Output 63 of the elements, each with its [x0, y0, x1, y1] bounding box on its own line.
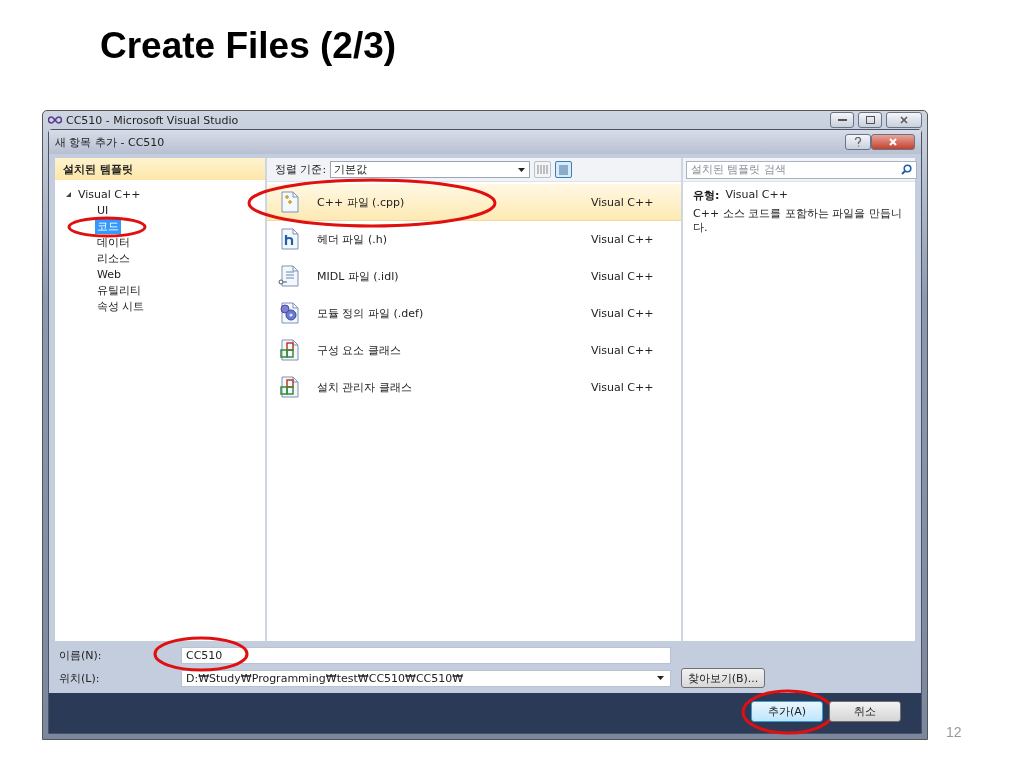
- type-label: 유형:: [693, 188, 720, 203]
- help-button[interactable]: [845, 134, 871, 150]
- template-language: Visual C++: [591, 195, 655, 209]
- page-number: 12: [946, 724, 962, 740]
- tree-item[interactable]: 리소스: [95, 250, 132, 266]
- dialog-button[interactable]: 추가(A): [751, 700, 823, 722]
- maximize-button[interactable]: [858, 112, 882, 128]
- sort-dropdown[interactable]: 기본값: [330, 161, 531, 178]
- template-row[interactable]: 설치 관리자 클래스 Visual C++: [267, 369, 681, 406]
- template-language: Visual C++: [591, 380, 655, 394]
- minimize-button[interactable]: [830, 112, 854, 128]
- gears-icon: [277, 301, 301, 325]
- template-language: Visual C++: [591, 343, 655, 357]
- tree-item[interactable]: Visual C++: [76, 186, 143, 202]
- tree-item[interactable]: 데이터: [95, 234, 132, 250]
- component-icon: [277, 375, 301, 399]
- location-field[interactable]: D:₩Study₩Programming₩test₩CC510₩CC510₩: [181, 669, 671, 687]
- search-field[interactable]: 설치된 템플릿 검색: [686, 160, 917, 179]
- name-label: 이름(N):: [59, 648, 103, 663]
- close-button[interactable]: [886, 112, 922, 128]
- template-row[interactable]: 구성 요소 클래스 Visual C++: [267, 332, 681, 369]
- template-language: Visual C++: [591, 269, 655, 283]
- template-description: C++ 소스 코드를 포함하는 파일을 만듭니다.: [693, 207, 903, 235]
- template-row[interactable]: C++ 파일 (.cpp) Visual C++: [267, 184, 681, 221]
- template-row[interactable]: 헤더 파일 (.h) Visual C++: [267, 221, 681, 258]
- dialog-title: 새 항목 추가 - CC510: [55, 134, 166, 150]
- columns-icon: [537, 164, 549, 175]
- template-name: MIDL 파일 (.idl): [317, 268, 400, 284]
- location-label: 위치(L):: [59, 670, 101, 686]
- tree-item[interactable]: 유틸리티: [95, 282, 143, 298]
- expanded-triangle-icon[interactable]: [65, 190, 72, 198]
- tree-item[interactable]: 속성 시트: [95, 298, 147, 314]
- template-name: 모듈 정의 파일 (.def): [317, 305, 425, 321]
- close-icon: [889, 138, 897, 146]
- close-icon: [900, 116, 908, 124]
- dialog-button[interactable]: 취소: [829, 700, 901, 722]
- minimize-icon: [837, 118, 847, 122]
- template-row[interactable]: 모듈 정의 파일 (.def) Visual C++: [267, 295, 681, 332]
- tree-item[interactable]: UI: [95, 202, 111, 218]
- type-value: Visual C++: [725, 188, 788, 203]
- help-icon: [854, 137, 862, 147]
- template-name: C++ 파일 (.cpp): [317, 194, 406, 210]
- component-icon: [277, 338, 301, 362]
- dropdown-arrow-icon[interactable]: [657, 676, 664, 680]
- close-button[interactable]: [871, 134, 915, 150]
- template-row[interactable]: MIDL 파일 (.idl) Visual C++: [267, 258, 681, 295]
- view-button[interactable]: [555, 161, 573, 178]
- sort-label: 정렬 기준:: [275, 162, 327, 177]
- browse-button[interactable]: 찾아보기(B)...: [681, 668, 765, 688]
- panel-header: 설치된 템플릿: [55, 158, 265, 180]
- name-field[interactable]: CC510: [181, 647, 671, 664]
- tree-item[interactable]: Web: [95, 266, 123, 282]
- template-name: 구성 요소 클래스: [317, 342, 402, 358]
- dropdown-arrow-icon[interactable]: [518, 167, 526, 172]
- template-language: Visual C++: [591, 232, 655, 246]
- template-name: 설치 관리자 클래스: [317, 379, 413, 395]
- document-icon: [277, 264, 301, 288]
- slide-title: Create Files (2/3): [99, 24, 398, 68]
- template-name: 헤더 파일 (.h): [317, 231, 389, 247]
- window-title: CC510 - Microsoft Visual Studio: [66, 113, 240, 127]
- infinity-logo-icon: [48, 116, 62, 124]
- template-language: Visual C++: [591, 306, 655, 320]
- maximize-icon: [865, 116, 875, 124]
